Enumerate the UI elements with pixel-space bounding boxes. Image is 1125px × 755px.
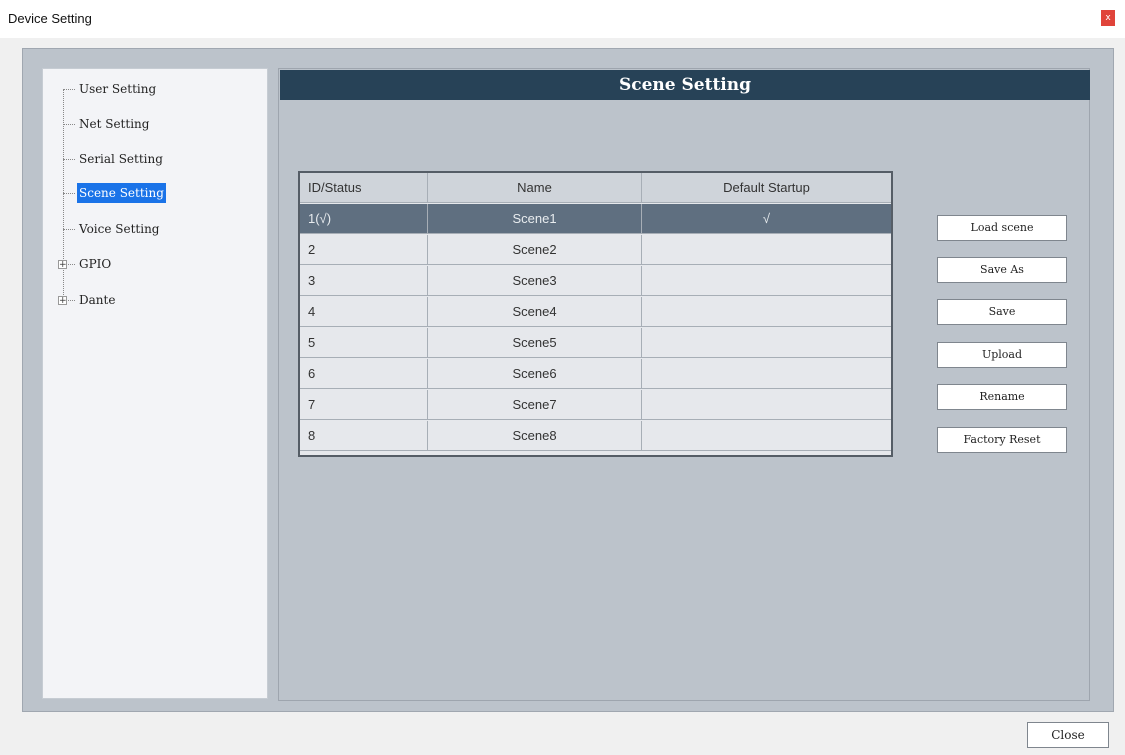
tree-item-label: Serial Setting — [79, 152, 163, 166]
table-cell-id: 6 — [300, 359, 428, 389]
column-header-name[interactable]: Name — [428, 173, 642, 203]
table-cell-id: 1(√) — [300, 204, 428, 234]
window-title: Device Setting — [8, 11, 92, 26]
panel-title: Scene Setting — [280, 70, 1090, 100]
table-row[interactable]: 7 Scene7 — [300, 390, 891, 420]
table-cell-name: Scene2 — [428, 235, 642, 265]
load-scene-button[interactable]: Load scene — [937, 215, 1067, 241]
table-cell-default — [642, 297, 891, 327]
table-cell-id: 8 — [300, 421, 428, 451]
table-cell-id: 7 — [300, 390, 428, 420]
table-row[interactable]: 6 Scene6 — [300, 359, 891, 389]
table-cell-name: Scene7 — [428, 390, 642, 420]
tree-connector — [63, 89, 75, 91]
table-cell-name: Scene5 — [428, 328, 642, 358]
table-row[interactable]: 8 Scene8 — [300, 421, 891, 451]
close-button[interactable]: Close — [1027, 722, 1109, 748]
expand-icon[interactable]: + — [58, 296, 67, 306]
table-cell-id: 2 — [300, 235, 428, 265]
tree-item-dante[interactable]: + Dante — [43, 290, 263, 310]
table-row[interactable]: 5 Scene5 — [300, 328, 891, 358]
tree-item-label: User Setting — [79, 82, 157, 96]
tree-item-label: Dante — [79, 293, 116, 307]
tree-item-user-setting[interactable]: User Setting — [43, 79, 263, 99]
window-close-icon[interactable]: x — [1101, 10, 1115, 26]
table-cell-default — [642, 359, 891, 389]
table-cell-name: Scene8 — [428, 421, 642, 451]
table-cell-name: Scene6 — [428, 359, 642, 389]
tree-item-label: GPIO — [79, 257, 112, 271]
tree-connector — [63, 229, 75, 231]
tree-item-scene-setting[interactable]: Scene Setting — [43, 183, 263, 203]
table-cell-default: √ — [642, 204, 891, 234]
table-cell-id: 3 — [300, 266, 428, 296]
table-cell-default — [642, 266, 891, 296]
table-cell-id: 4 — [300, 297, 428, 327]
table-cell-id: 5 — [300, 328, 428, 358]
table-cell-name: Scene3 — [428, 266, 642, 296]
upload-button[interactable]: Upload — [937, 342, 1067, 368]
table-row[interactable]: 1(√) Scene1 √ — [300, 204, 891, 234]
save-button[interactable]: Save — [937, 299, 1067, 325]
table-cell-default — [642, 390, 891, 420]
table-row[interactable]: 3 Scene3 — [300, 266, 891, 296]
table-cell-default — [642, 421, 891, 451]
column-header-default-startup[interactable]: Default Startup — [642, 173, 891, 203]
tree-item-voice-setting[interactable]: Voice Setting — [43, 219, 263, 239]
table-row[interactable]: 4 Scene4 — [300, 297, 891, 327]
tree-item-label: Net Setting — [79, 117, 150, 131]
table-cell-default — [642, 235, 891, 265]
title-bar: Device Setting x — [0, 0, 1125, 38]
tree-item-net-setting[interactable]: Net Setting — [43, 114, 263, 134]
table-cell-name: Scene1 — [428, 204, 642, 234]
tree-item-label: Scene Setting — [77, 183, 166, 203]
tree-connector — [63, 193, 75, 195]
table-cell-default — [642, 328, 891, 358]
settings-tree: User Setting Net Setting Serial Setting … — [42, 68, 268, 699]
save-as-button[interactable]: Save As — [937, 257, 1067, 283]
column-header-id-status[interactable]: ID/Status — [300, 173, 428, 203]
rename-button[interactable]: Rename — [937, 384, 1067, 410]
table-cell-name: Scene4 — [428, 297, 642, 327]
tree-connector — [63, 124, 75, 126]
tree-item-gpio[interactable]: + GPIO — [43, 254, 263, 274]
tree-connector — [63, 159, 75, 161]
tree-item-serial-setting[interactable]: Serial Setting — [43, 149, 263, 169]
table-header: ID/Status Name Default Startup — [300, 173, 891, 203]
table-row[interactable]: 2 Scene2 — [300, 235, 891, 265]
scene-table: ID/Status Name Default Startup 1(√) Scen… — [298, 171, 893, 457]
expand-icon[interactable]: + — [58, 260, 67, 270]
tree-item-label: Voice Setting — [79, 222, 160, 236]
factory-reset-button[interactable]: Factory Reset — [937, 427, 1067, 453]
